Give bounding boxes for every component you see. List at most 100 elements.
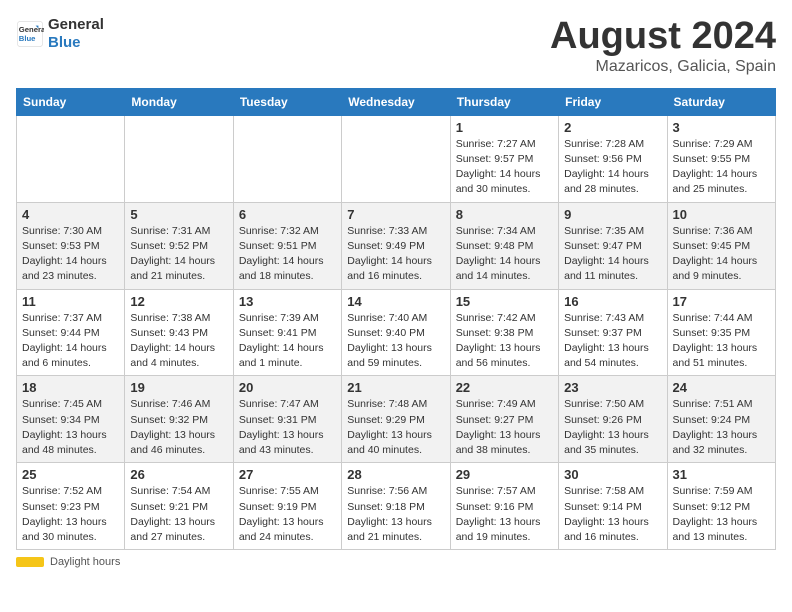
day-info: Sunrise: 7:48 AM Sunset: 9:29 PM Dayligh… <box>347 397 444 458</box>
day-number: 30 <box>564 467 661 482</box>
calendar-cell-w1-d0 <box>17 115 125 202</box>
day-info: Sunrise: 7:28 AM Sunset: 9:56 PM Dayligh… <box>564 137 661 198</box>
svg-text:General: General <box>19 25 44 34</box>
day-info: Sunrise: 7:37 AM Sunset: 9:44 PM Dayligh… <box>22 311 119 372</box>
day-info: Sunrise: 7:50 AM Sunset: 9:26 PM Dayligh… <box>564 397 661 458</box>
calendar-cell-w1-d6: 3 Sunrise: 7:29 AM Sunset: 9:55 PM Daylig… <box>667 115 775 202</box>
day-number: 28 <box>347 467 444 482</box>
day-info: Sunrise: 7:58 AM Sunset: 9:14 PM Dayligh… <box>564 484 661 545</box>
calendar-cell-w3-d5: 16 Sunrise: 7:43 AM Sunset: 9:37 PM Dayli… <box>559 289 667 376</box>
calendar-week-2: 4 Sunrise: 7:30 AM Sunset: 9:53 PM Daylig… <box>17 202 776 289</box>
svg-text:Blue: Blue <box>19 34 36 43</box>
calendar-cell-w3-d0: 11 Sunrise: 7:37 AM Sunset: 9:44 PM Dayli… <box>17 289 125 376</box>
day-info: Sunrise: 7:35 AM Sunset: 9:47 PM Dayligh… <box>564 224 661 285</box>
month-year-title: August 2024 <box>550 16 776 58</box>
day-number: 21 <box>347 380 444 395</box>
calendar-cell-w2-d1: 5Sunrise: 7:31 AM Sunset: 9:52 PM Daylig… <box>125 202 233 289</box>
day-number: 4 <box>22 207 119 222</box>
day-info: Sunrise: 7:31 AM Sunset: 9:52 PM Dayligh… <box>130 224 227 285</box>
calendar-cell-w1-d1 <box>125 115 233 202</box>
calendar-cell-w2-d5: 9Sunrise: 7:35 AM Sunset: 9:47 PM Daylig… <box>559 202 667 289</box>
day-number: 27 <box>239 467 336 482</box>
day-info: Sunrise: 7:30 AM Sunset: 9:53 PM Dayligh… <box>22 224 119 285</box>
day-number: 15 <box>456 294 553 309</box>
calendar-cell-w4-d1: 19 Sunrise: 7:46 AM Sunset: 9:32 PM Dayli… <box>125 376 233 463</box>
calendar-cell-w1-d3 <box>342 115 450 202</box>
day-info: Sunrise: 7:42 AM Sunset: 9:38 PM Dayligh… <box>456 311 553 372</box>
col-friday: Friday <box>559 88 667 115</box>
day-number: 23 <box>564 380 661 395</box>
calendar-cell-w3-d6: 17 Sunrise: 7:44 AM Sunset: 9:35 PM Dayli… <box>667 289 775 376</box>
daylight-bar-icon <box>16 557 44 567</box>
day-info: Sunrise: 7:36 AM Sunset: 9:45 PM Dayligh… <box>673 224 770 285</box>
day-info: Sunrise: 7:56 AM Sunset: 9:18 PM Dayligh… <box>347 484 444 545</box>
header: General Blue General Blue August 2024 Ma… <box>16 16 776 76</box>
calendar-cell-w4-d5: 23 Sunrise: 7:50 AM Sunset: 9:26 PM Dayli… <box>559 376 667 463</box>
day-info: Sunrise: 7:47 AM Sunset: 9:31 PM Dayligh… <box>239 397 336 458</box>
calendar-cell-w2-d6: 10 Sunrise: 7:36 AM Sunset: 9:45 PM Dayli… <box>667 202 775 289</box>
day-info: Sunrise: 7:38 AM Sunset: 9:43 PM Dayligh… <box>130 311 227 372</box>
col-tuesday: Tuesday <box>233 88 341 115</box>
day-info: Sunrise: 7:43 AM Sunset: 9:37 PM Dayligh… <box>564 311 661 372</box>
day-number: 31 <box>673 467 770 482</box>
day-info: Sunrise: 7:34 AM Sunset: 9:48 PM Dayligh… <box>456 224 553 285</box>
calendar-cell-w3-d3: 14 Sunrise: 7:40 AM Sunset: 9:40 PM Dayli… <box>342 289 450 376</box>
calendar-cell-w2-d0: 4 Sunrise: 7:30 AM Sunset: 9:53 PM Daylig… <box>17 202 125 289</box>
day-info: Sunrise: 7:57 AM Sunset: 9:16 PM Dayligh… <box>456 484 553 545</box>
calendar-cell-w2-d2: 6Sunrise: 7:32 AM Sunset: 9:51 PM Daylig… <box>233 202 341 289</box>
calendar-week-3: 11 Sunrise: 7:37 AM Sunset: 9:44 PM Dayli… <box>17 289 776 376</box>
day-number: 20 <box>239 380 336 395</box>
day-number: 7 <box>347 207 444 222</box>
day-number: 22 <box>456 380 553 395</box>
calendar-cell-w2-d4: 8 Sunrise: 7:34 AM Sunset: 9:48 PM Daylig… <box>450 202 558 289</box>
day-number: 11 <box>22 294 119 309</box>
day-number: 6 <box>239 207 336 222</box>
day-number: 3 <box>673 120 770 135</box>
day-number: 13 <box>239 294 336 309</box>
footer: Daylight hours <box>16 556 776 568</box>
day-number: 26 <box>130 467 227 482</box>
daylight-label: Daylight hours <box>50 556 120 568</box>
day-number: 29 <box>456 467 553 482</box>
calendar-cell-w5-d1: 26 Sunrise: 7:54 AM Sunset: 9:21 PM Dayli… <box>125 463 233 550</box>
day-number: 8 <box>456 207 553 222</box>
col-thursday: Thursday <box>450 88 558 115</box>
day-info: Sunrise: 7:40 AM Sunset: 9:40 PM Dayligh… <box>347 311 444 372</box>
day-info: Sunrise: 7:52 AM Sunset: 9:23 PM Dayligh… <box>22 484 119 545</box>
calendar-cell-w5-d2: 27 Sunrise: 7:55 AM Sunset: 9:19 PM Dayli… <box>233 463 341 550</box>
logo: General Blue General Blue <box>16 16 104 52</box>
day-info: Sunrise: 7:44 AM Sunset: 9:35 PM Dayligh… <box>673 311 770 372</box>
day-info: Sunrise: 7:51 AM Sunset: 9:24 PM Dayligh… <box>673 397 770 458</box>
day-number: 25 <box>22 467 119 482</box>
calendar-cell-w1-d4: 1Sunrise: 7:27 AM Sunset: 9:57 PM Daylig… <box>450 115 558 202</box>
calendar-cell-w5-d6: 31Sunrise: 7:59 AM Sunset: 9:12 PM Dayli… <box>667 463 775 550</box>
location-subtitle: Mazaricos, Galicia, Spain <box>550 58 776 76</box>
day-number: 10 <box>673 207 770 222</box>
day-info: Sunrise: 7:46 AM Sunset: 9:32 PM Dayligh… <box>130 397 227 458</box>
day-info: Sunrise: 7:55 AM Sunset: 9:19 PM Dayligh… <box>239 484 336 545</box>
calendar-cell-w4-d3: 21 Sunrise: 7:48 AM Sunset: 9:29 PM Dayli… <box>342 376 450 463</box>
col-monday: Monday <box>125 88 233 115</box>
col-saturday: Saturday <box>667 88 775 115</box>
day-number: 16 <box>564 294 661 309</box>
calendar-cell-w5-d4: 29 Sunrise: 7:57 AM Sunset: 9:16 PM Dayli… <box>450 463 558 550</box>
logo-icon: General Blue <box>16 20 44 48</box>
calendar-cell-w1-d2 <box>233 115 341 202</box>
day-info: Sunrise: 7:49 AM Sunset: 9:27 PM Dayligh… <box>456 397 553 458</box>
day-number: 19 <box>130 380 227 395</box>
day-number: 17 <box>673 294 770 309</box>
day-info: Sunrise: 7:29 AM Sunset: 9:55 PM Dayligh… <box>673 137 770 198</box>
logo-text-line2: Blue <box>48 34 104 52</box>
calendar-table: Sunday Monday Tuesday Wednesday Thursday… <box>16 88 776 550</box>
calendar-cell-w5-d0: 25 Sunrise: 7:52 AM Sunset: 9:23 PM Dayli… <box>17 463 125 550</box>
calendar-cell-w3-d4: 15 Sunrise: 7:42 AM Sunset: 9:38 PM Dayli… <box>450 289 558 376</box>
day-number: 1 <box>456 120 553 135</box>
calendar-cell-w3-d2: 13Sunrise: 7:39 AM Sunset: 9:41 PM Dayli… <box>233 289 341 376</box>
col-wednesday: Wednesday <box>342 88 450 115</box>
calendar-cell-w4-d4: 22 Sunrise: 7:49 AM Sunset: 9:27 PM Dayli… <box>450 376 558 463</box>
day-number: 24 <box>673 380 770 395</box>
day-info: Sunrise: 7:54 AM Sunset: 9:21 PM Dayligh… <box>130 484 227 545</box>
day-info: Sunrise: 7:45 AM Sunset: 9:34 PM Dayligh… <box>22 397 119 458</box>
calendar-cell-w5-d5: 30 Sunrise: 7:58 AM Sunset: 9:14 PM Dayli… <box>559 463 667 550</box>
day-number: 14 <box>347 294 444 309</box>
